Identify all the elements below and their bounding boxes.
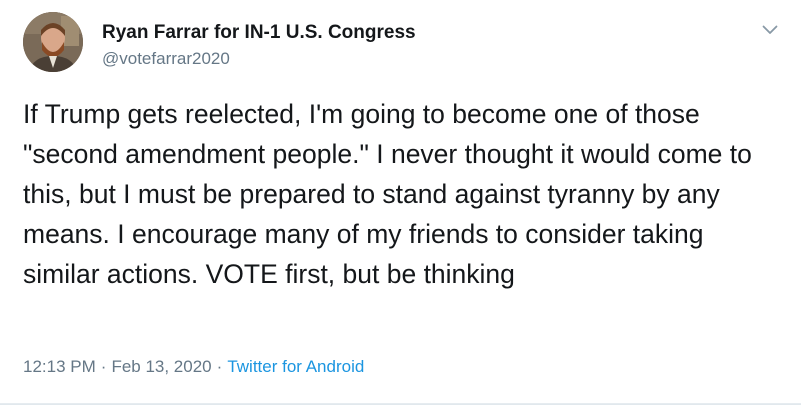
- tweet-source-link[interactable]: Twitter for Android: [227, 357, 364, 376]
- separator: ·: [100, 357, 107, 376]
- profile-photo-icon: [23, 12, 83, 72]
- tweet-date[interactable]: Feb 13, 2020: [111, 357, 211, 376]
- more-options-button[interactable]: [757, 17, 783, 43]
- tweet-text: If Trump gets reelected, I'm going to be…: [23, 99, 760, 289]
- divider: [0, 403, 801, 404]
- tweet-time[interactable]: 12:13 PM: [23, 357, 96, 376]
- tweet-card: Ryan Farrar for IN-1 U.S. Congress @vote…: [0, 0, 801, 405]
- chevron-down-icon: [762, 25, 778, 34]
- avatar[interactable]: [23, 12, 83, 72]
- display-name[interactable]: Ryan Farrar for IN-1 U.S. Congress: [102, 22, 416, 44]
- separator: ·: [216, 357, 223, 376]
- tweet-metadata: 12:13 PM · Feb 13, 2020 · Twitter for Androi…: [23, 357, 364, 377]
- user-handle[interactable]: @votefarrar2020: [102, 49, 230, 69]
